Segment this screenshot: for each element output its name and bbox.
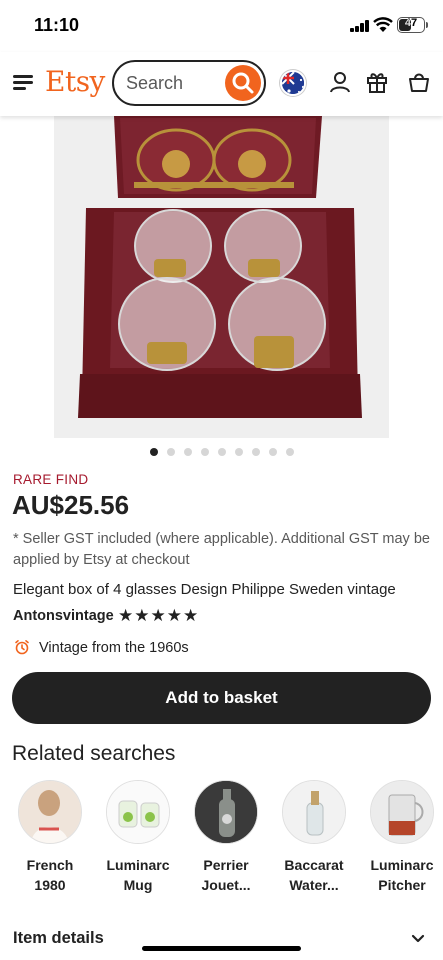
related-item-luminarc-pitcher[interactable]: Luminarc Pitcher (358, 780, 443, 895)
related-searches-list: French 1980 Luminarc Mug Perrier Jouet... B… (0, 780, 443, 893)
status-time: 11:10 (34, 15, 80, 35)
related-thumbnail (194, 780, 258, 844)
etsy-logo[interactable]: Etsy (45, 65, 105, 98)
related-thumbnail (106, 780, 170, 844)
related-thumbnail (282, 780, 346, 844)
listing-price: AU$25.56 (12, 490, 130, 520)
search-bar[interactable] (112, 60, 266, 106)
wifi-icon (373, 17, 393, 32)
related-label: Perrier Jouet... (201, 857, 251, 893)
related-label: Luminarc Mug (106, 857, 170, 893)
related-item-french-1980[interactable]: French 1980 (6, 780, 94, 895)
rare-find-badge: RARE FIND (13, 472, 89, 487)
battery-level: 47 (404, 17, 418, 29)
alarm-clock-icon (15, 640, 29, 655)
gallery-dot[interactable] (200, 448, 209, 456)
battery-icon: 47 (397, 17, 425, 33)
gift-icon[interactable] (365, 70, 389, 94)
gallery-dot[interactable] (166, 448, 175, 456)
related-thumbnail (18, 780, 82, 844)
vintage-era: Vintage from the 1960s (39, 640, 189, 656)
gallery-dot[interactable] (251, 448, 260, 456)
related-thumbnail (370, 780, 434, 844)
gallery-dot[interactable] (183, 448, 192, 456)
basket-icon[interactable] (407, 70, 431, 94)
item-details-heading[interactable]: Item details (13, 929, 104, 948)
related-searches-heading: Related searches (12, 742, 176, 765)
related-item-perrier-jouet[interactable]: Perrier Jouet... (182, 780, 270, 895)
add-to-basket-button[interactable]: Add to basket (12, 672, 431, 724)
related-label: French 1980 (26, 857, 74, 893)
signal-icon (350, 20, 370, 32)
flag-icon[interactable] (280, 70, 306, 96)
chevron-down-icon[interactable] (410, 932, 426, 946)
top-nav: Etsy (0, 52, 443, 116)
gst-note: * Seller GST included (where applicable)… (13, 531, 430, 568)
gallery-dot[interactable] (285, 448, 294, 456)
account-icon[interactable] (328, 70, 352, 94)
related-label: Baccarat Water... (284, 857, 344, 893)
search-button[interactable] (225, 65, 261, 101)
menu-icon[interactable] (13, 74, 33, 90)
status-bar: 11:10 47 (0, 0, 443, 52)
image-gallery[interactable] (0, 116, 443, 442)
gallery-dot[interactable] (149, 448, 158, 456)
home-indicator (142, 946, 301, 951)
listing-photo[interactable] (54, 116, 389, 438)
gallery-pagination[interactable] (0, 448, 443, 458)
related-label: Luminarc Pitcher (370, 857, 434, 893)
gallery-dot[interactable] (234, 448, 243, 456)
gallery-dot[interactable] (268, 448, 277, 456)
listing-title: Elegant box of 4 glasses Design Philippe… (13, 581, 396, 598)
shop-name-link[interactable]: Antonsvintage (13, 608, 114, 624)
related-item-baccarat-water[interactable]: Baccarat Water... (270, 780, 358, 895)
related-item-luminarc-mug[interactable]: Luminarc Mug (94, 780, 182, 895)
rating-stars[interactable]: ★★★★★ (118, 606, 199, 626)
search-input[interactable] (126, 71, 221, 95)
search-icon (232, 72, 254, 94)
gallery-dot[interactable] (217, 448, 226, 456)
